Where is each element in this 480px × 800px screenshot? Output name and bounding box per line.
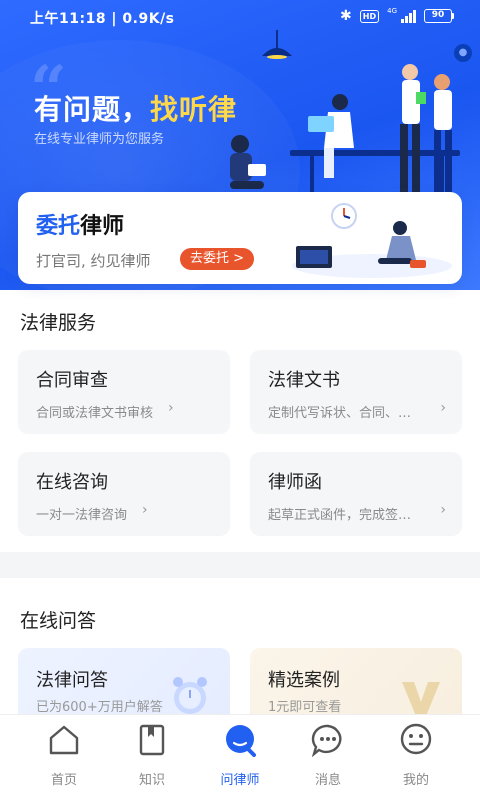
service-name: 法律文书 — [268, 370, 340, 391]
service-desc: 合同或法律文书审核 — [36, 406, 154, 421]
hero-illustration — [230, 64, 460, 200]
service-desc: 定制代写诉状、合同、… — [268, 406, 412, 421]
chevron-right-icon: › — [440, 502, 446, 518]
entrust-illustration — [292, 203, 452, 278]
entrust-subtitle: 打官司, 约见律师 — [36, 252, 151, 270]
service-online-consult[interactable]: 在线咨询 一对一法律咨询 › — [18, 452, 230, 536]
service-name: 在线咨询 — [36, 472, 108, 493]
go-entrust-button[interactable]: 去委托 > — [180, 248, 255, 270]
home-icon — [49, 725, 79, 755]
alarm-clock-icon — [173, 677, 207, 714]
status-icons: ✱ HD 4G 90 — [340, 7, 454, 24]
qa-desc: 已为600+万用户解答 — [36, 700, 163, 715]
service-desc: 起草正式函件，完成签… — [268, 508, 412, 523]
tab-knowledge[interactable]: 知识 — [116, 723, 188, 788]
qa-name: 精选案例 — [268, 670, 340, 691]
vip-v-icon — [402, 682, 440, 716]
chevron-right-icon: › — [440, 400, 446, 416]
qa-desc: 1元即可查看 — [268, 700, 342, 715]
service-name: 律师函 — [268, 472, 322, 493]
tab-messages[interactable]: 消息 — [292, 723, 364, 788]
service-lawyer-letter[interactable]: 律师函 起草正式函件，完成签… › — [250, 452, 462, 536]
online-qa-title: 在线问答 — [20, 610, 97, 632]
tab-ask-lawyer[interactable]: 问律师 — [204, 723, 276, 788]
legal-services-title: 法律服务 — [20, 312, 97, 334]
chevron-right-icon: › — [142, 502, 148, 518]
tab-label: 消息 — [314, 773, 341, 788]
lamp-icon — [262, 30, 292, 59]
service-legal-documents[interactable]: 法律文书 定制代写诉状、合同、… › — [250, 350, 462, 434]
service-name: 合同审查 — [36, 370, 108, 391]
bluetooth-icon: ✱ — [340, 8, 352, 24]
hero-title: 有问题，找听律 — [34, 93, 238, 126]
book-icon — [139, 724, 165, 756]
tab-label: 首页 — [50, 773, 77, 788]
battery-level: 90 — [424, 9, 452, 23]
entrust-title: 委托律师 — [36, 214, 125, 239]
service-desc: 一对一法律咨询 — [36, 508, 128, 523]
entrust-lawyer-card[interactable]: 委托律师 打官司, 约见律师 去委托 > — [18, 192, 462, 284]
tab-home[interactable]: 首页 — [28, 723, 100, 788]
hd-badge: HD — [359, 9, 380, 23]
tab-profile[interactable]: 我的 — [380, 723, 452, 788]
status-time: 上午11:18 | 0.9K/s — [30, 11, 175, 27]
chevron-right-icon: › — [168, 400, 174, 416]
tab-label: 知识 — [138, 773, 165, 788]
network-type: 4G — [387, 7, 397, 15]
signal-icon — [401, 9, 416, 23]
hero-subtitle: 在线专业律师为您服务 — [34, 132, 165, 147]
message-icon — [311, 724, 342, 758]
status-bar: 上午11:18 | 0.9K/s ✱ HD 4G 90 — [0, 0, 480, 34]
profile-icon — [400, 723, 432, 755]
bottom-tab-bar: 首页 知识 问律师 消息 我的 — [0, 714, 480, 800]
battery-icon: 90 — [424, 9, 454, 23]
ask-lawyer-icon — [226, 725, 256, 757]
tab-label: 问律师 — [220, 773, 260, 788]
qa-name: 法律问答 — [36, 670, 108, 691]
service-contract-review[interactable]: 合同审查 合同或法律文书审核 › — [18, 350, 230, 434]
tab-label: 我的 — [402, 773, 429, 788]
